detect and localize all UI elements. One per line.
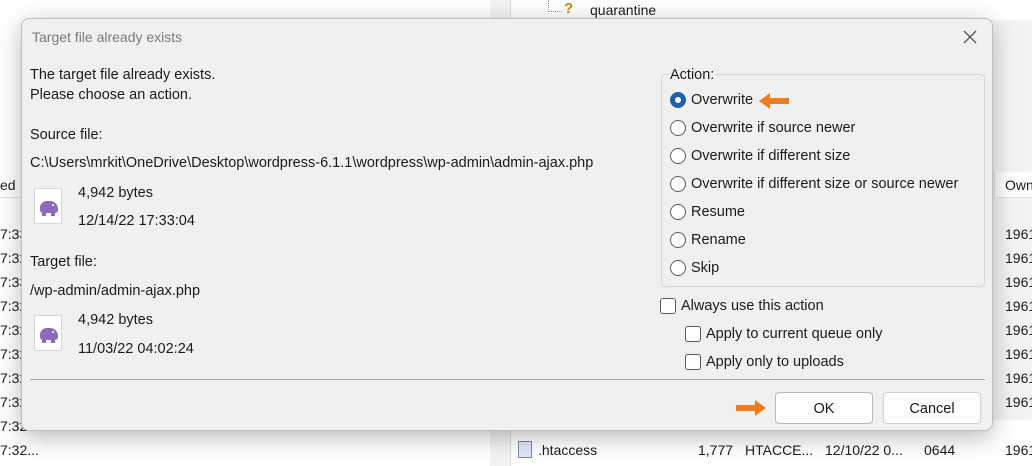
php-file-icon <box>34 315 62 351</box>
radio-label: Rename <box>691 232 746 248</box>
always-use-checkbox[interactable]: Always use this action <box>660 296 824 316</box>
radio-overwrite-if-different-size[interactable]: Overwrite if different size <box>670 146 850 166</box>
cancel-button[interactable]: Cancel <box>883 392 981 424</box>
file-type: HTACCE... <box>745 442 814 458</box>
list-item[interactable]: 1961 <box>1005 246 1032 270</box>
file-modified: 12/10/22 0... <box>825 442 903 458</box>
file-name: .htaccess <box>538 442 598 458</box>
queue-only-checkbox[interactable]: Apply to current queue only <box>685 324 883 344</box>
radio-checked-icon[interactable] <box>670 92 686 108</box>
dialog-titlebar[interactable]: Target file already exists <box>22 19 992 55</box>
file-owner: 1961 <box>1005 442 1032 458</box>
orange-arrow-right-icon <box>736 400 766 416</box>
message-line: Please choose an action. <box>30 87 193 103</box>
radio-overwrite-if-newer[interactable]: Overwrite if source newer <box>670 118 855 138</box>
source-file-date: 12/14/22 17:33:04 <box>78 213 195 229</box>
checkbox-label: Apply to current queue only <box>706 326 883 342</box>
radio-label: Overwrite if different size or source ne… <box>691 176 959 192</box>
radio-label: Overwrite if different size <box>691 148 851 164</box>
radio-overwrite[interactable]: Overwrite <box>670 90 753 110</box>
list-item[interactable]: 1961 <box>1005 366 1032 390</box>
tree-connector <box>548 0 562 12</box>
source-file-size: 4,942 bytes <box>78 185 153 201</box>
list-item[interactable]: 1961 <box>1005 222 1032 246</box>
remote-owner-column: 1961 1961 1961 1961 1961 1961 1961 1961 … <box>1005 222 1032 438</box>
radio-unchecked-icon[interactable] <box>670 204 686 220</box>
radio-label: Overwrite if source newer <box>691 120 856 136</box>
uploads-only-checkbox[interactable]: Apply only to uploads <box>685 352 844 372</box>
radio-rename[interactable]: Rename <box>670 230 746 250</box>
list-item[interactable]: 7:33 <box>0 222 27 246</box>
radio-label: Resume <box>691 204 745 220</box>
radio-unchecked-icon[interactable] <box>670 232 686 248</box>
source-file-path: C:\Users\mrkit\OneDrive\Desktop\wordpres… <box>30 155 594 171</box>
list-item[interactable]: 7:33 <box>0 270 27 294</box>
file-size: 1,777 <box>698 442 734 458</box>
message-line: The target file already exists. <box>30 67 216 83</box>
file-icon <box>518 441 532 458</box>
target-file-date: 11/03/22 04:02:24 <box>78 341 194 357</box>
ok-button[interactable]: OK <box>775 392 873 424</box>
radio-label: Overwrite <box>691 92 754 108</box>
list-item[interactable]: 7:32... <box>0 438 39 462</box>
list-item[interactable]: 1961 <box>1005 270 1032 294</box>
list-item[interactable]: 7:32 <box>0 390 27 414</box>
remote-tree-panel <box>510 0 1032 20</box>
column-header-modified[interactable]: ed <box>0 172 22 198</box>
radio-unchecked-icon[interactable] <box>670 260 686 276</box>
target-file-label: Target file: <box>30 254 97 270</box>
checkbox-label: Always use this action <box>681 298 824 314</box>
list-item[interactable]: 7:32 <box>0 246 27 270</box>
radio-unchecked-icon[interactable] <box>670 148 686 164</box>
dialog-title: Target file already exists <box>32 29 183 45</box>
checkbox-unchecked-icon[interactable] <box>660 298 676 314</box>
radio-label: Skip <box>691 260 720 276</box>
target-file-size: 4,942 bytes <box>78 312 153 328</box>
local-time-column: 7:33 7:32 7:33 7:32 7:32 7:32 7:32 7:32 … <box>0 222 27 438</box>
divider <box>30 379 985 380</box>
radio-unchecked-icon[interactable] <box>670 176 686 192</box>
list-item[interactable]: 7:32 <box>0 366 27 390</box>
column-header-owner[interactable]: Own <box>994 172 1032 198</box>
close-button[interactable] <box>958 25 982 49</box>
list-item[interactable]: 1961 <box>1005 342 1032 366</box>
radio-resume[interactable]: Resume <box>670 202 745 222</box>
source-file-label: Source file: <box>30 127 103 143</box>
table-row[interactable]: .htaccess 1,777 HTACCE... 12/10/22 0... … <box>518 438 1032 462</box>
radio-skip[interactable]: Skip <box>670 258 719 278</box>
list-item[interactable]: 1961 <box>1005 390 1032 414</box>
list-item[interactable]: 1961 <box>1005 318 1032 342</box>
list-item[interactable]: 7:32 <box>0 294 27 318</box>
list-item[interactable]: 7:32 <box>0 318 27 342</box>
close-icon <box>963 30 977 44</box>
radio-overwrite-if-size-or-newer[interactable]: Overwrite if different size or source ne… <box>670 174 958 194</box>
radio-unchecked-icon[interactable] <box>670 120 686 136</box>
list-item[interactable]: 7:32 <box>0 342 27 366</box>
action-group-label: Action: <box>669 66 716 84</box>
php-file-icon <box>34 188 62 224</box>
checkbox-unchecked-icon[interactable] <box>685 326 701 342</box>
list-item[interactable]: 1961 <box>1005 294 1032 318</box>
orange-arrow-left-icon <box>759 93 789 109</box>
tree-item-quarantine[interactable]: quarantine <box>590 2 656 18</box>
checkbox-label: Apply only to uploads <box>706 354 844 370</box>
folder-unknown-icon: ? <box>564 0 574 17</box>
checkbox-unchecked-icon[interactable] <box>685 354 701 370</box>
file-exists-dialog: Target file already exists The target fi… <box>21 18 993 431</box>
list-item[interactable]: 7:32 <box>0 414 27 438</box>
file-permissions: 0644 <box>924 442 956 458</box>
target-file-path: /wp-admin/admin-ajax.php <box>30 283 201 299</box>
